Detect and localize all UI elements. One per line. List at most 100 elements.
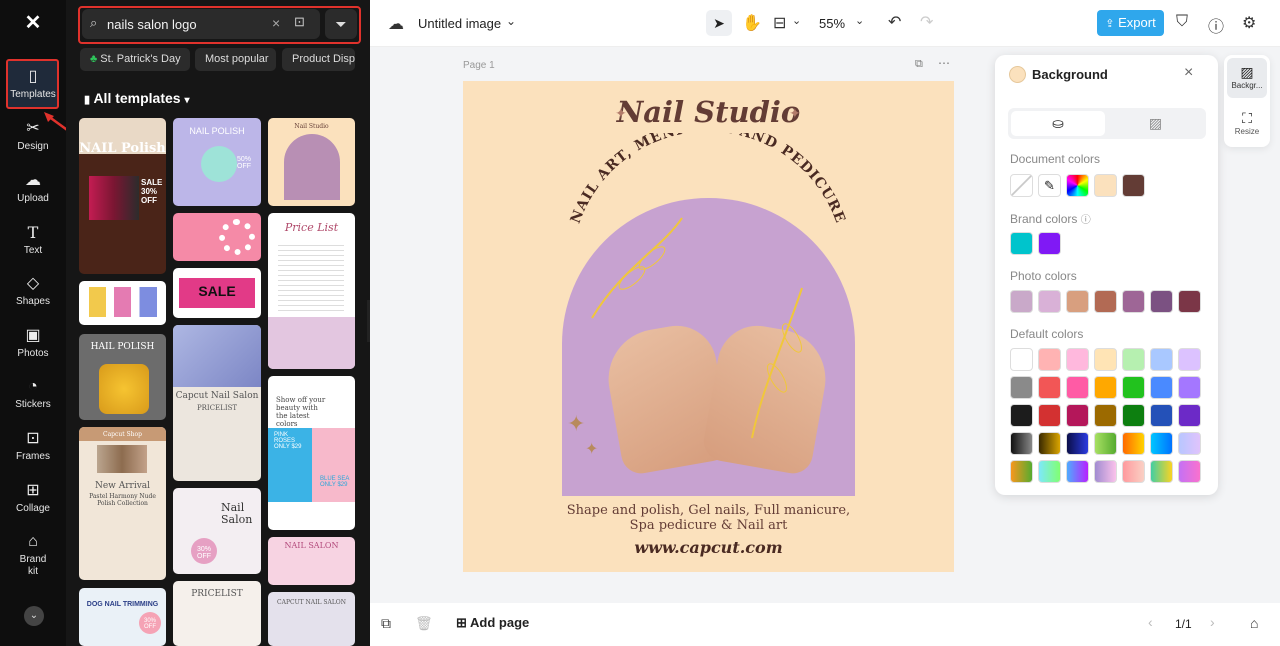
rail-item-text[interactable]: T Text [3,224,63,257]
search-box[interactable]: ⌕ nails salon logo × ⊡ [82,9,320,39]
default-color-swatch[interactable] [1122,404,1145,427]
collapse-rail-button[interactable]: ⌄ [24,606,44,626]
template-nail-salon-2[interactable]: NAIL SALON [268,537,355,585]
image-tab[interactable]: ▨ [1108,111,1203,136]
document-color-swatch[interactable] [1094,174,1117,197]
cloud-icon[interactable]: ☁ [388,14,404,34]
photo-color-swatch[interactable] [1150,290,1173,313]
template-capcut-nail-salon-2[interactable]: CAPCUT NAIL SALON [268,592,355,646]
default-color-swatch[interactable] [1094,348,1117,371]
default-color-swatch[interactable] [1038,348,1061,371]
document-color-swatch[interactable] [1122,174,1145,197]
template-capcut-nail-salon[interactable]: Capcut Nail Salon PRICELIST [173,325,261,481]
default-color-swatch[interactable] [1066,404,1089,427]
default-color-swatch[interactable] [1094,432,1117,455]
default-color-swatch[interactable] [1066,460,1089,483]
chip-most-popular[interactable]: Most popular [195,48,276,71]
photo-color-swatch[interactable] [1010,290,1033,313]
capcut-logo-icon[interactable]: ✕ [22,12,44,34]
close-icon[interactable]: × [1184,64,1193,82]
photo-color-swatch[interactable] [1178,290,1201,313]
rail-item-collage[interactable]: ⊞ Collage [3,482,63,515]
no-color-swatch[interactable] [1010,174,1033,197]
rail-item-design[interactable]: ✂ Design [3,120,63,153]
image-search-icon[interactable]: ⊡ [294,14,305,30]
default-color-swatch[interactable] [1094,460,1117,483]
document-color-swatch[interactable] [1066,174,1089,197]
default-color-swatch[interactable] [1150,432,1173,455]
help-icon[interactable]: ⓘ [1208,13,1224,37]
default-color-swatch[interactable] [1178,432,1201,455]
default-color-swatch[interactable] [1010,432,1033,455]
template-pricelist-2[interactable]: PRICELIST [173,581,261,646]
template-hail-polish[interactable]: HAIL POLISH [79,334,166,420]
rail-item-templates[interactable]: ▯ Templates [3,68,63,101]
default-color-swatch[interactable] [1150,348,1173,371]
default-color-swatch[interactable] [1038,376,1061,399]
brand-color-swatch[interactable] [1038,232,1061,255]
zoom-chevron-icon[interactable]: ⌄ [855,14,864,27]
default-color-swatch[interactable] [1122,376,1145,399]
default-color-swatch[interactable] [1066,376,1089,399]
select-tool-button[interactable]: ➤ [706,10,732,36]
default-color-swatch[interactable] [1038,460,1061,483]
eyedropper-icon[interactable]: ✎ [1038,174,1061,197]
add-page-button[interactable]: ⊞ Add page [456,615,529,631]
services-line-1[interactable]: Shape and polish, Gel nails, Full manicu… [463,503,954,518]
photo-arch[interactable] [562,198,855,496]
chip-st-patricks[interactable]: ♣ St. Patrick's Day [80,48,190,71]
layout-chevron-icon[interactable]: ⌄ [792,14,801,27]
photo-color-swatch[interactable] [1066,290,1089,313]
default-color-swatch[interactable] [1010,348,1033,371]
filter-button[interactable]: ⏷ [325,9,357,39]
hand-tool-icon[interactable]: ✋ [742,13,762,33]
default-color-swatch[interactable] [1038,404,1061,427]
default-color-swatch[interactable] [1122,460,1145,483]
fill-tab[interactable]: ⛀ [1011,111,1105,136]
template-nail-polish-2[interactable]: NAIL POLISH 50% OFF [173,118,261,206]
template-show-off[interactable]: Show off your beauty with the latest col… [268,376,355,530]
rail-item-shapes[interactable]: ◇ Shapes [3,275,63,308]
default-color-swatch[interactable] [1150,460,1173,483]
default-color-swatch[interactable] [1094,404,1117,427]
collapse-pages-icon[interactable]: ⌂ [1250,615,1258,631]
prev-page-icon[interactable]: ‹ [1148,614,1153,630]
tool-background[interactable]: ▨ Backgr... [1227,58,1267,98]
template-new-arrival[interactable]: Capcut Shop New Arrival Pastel Harmony N… [79,427,166,580]
template-dog-nail[interactable]: DOG NAIL TRIMMING 30% OFF [79,588,166,646]
default-color-swatch[interactable] [1122,432,1145,455]
layout-icon[interactable]: ⊟ [773,13,786,33]
export-button[interactable]: ⇪ Export [1097,10,1164,36]
design-title[interactable]: Nail Studio [463,95,954,129]
rail-item-brand-kit[interactable]: ⌂ Brand kit [3,533,63,578]
tool-resize[interactable]: ⛶ Resize [1227,105,1267,145]
template-sale[interactable]: SALE [173,268,261,318]
default-color-swatch[interactable] [1122,348,1145,371]
delete-page-icon[interactable]: 🗑 [415,615,433,632]
more-options-icon[interactable]: ⋯ [938,56,950,70]
rail-item-stickers[interactable]: ◔ Stickers [3,378,63,411]
duplicate-page-icon[interactable]: ⧉ [915,58,923,71]
template-price-list[interactable]: Price List [268,213,355,369]
default-color-swatch[interactable] [1094,376,1117,399]
doc-title[interactable]: Untitled image [418,16,501,31]
template-nail-studio[interactable]: Nail Studio [268,118,355,206]
rail-item-upload[interactable]: ☁ Upload [3,172,63,205]
rail-item-photos[interactable]: ▣ Photos [3,327,63,360]
template-nail-salon[interactable]: Nail Salon 30% OFF [173,488,261,574]
title-chevron-icon[interactable]: ⌄ [506,14,516,28]
rail-item-frames[interactable]: ⊡ Frames [3,430,63,463]
template-polish-row[interactable] [79,281,166,325]
default-color-swatch[interactable] [1038,432,1061,455]
search-input[interactable]: nails salon logo [107,17,197,32]
page-manager-icon[interactable]: ⧉ [381,615,391,632]
default-color-swatch[interactable] [1010,376,1033,399]
info-icon[interactable]: ⓘ [1081,215,1091,226]
zoom-level[interactable]: 55% [819,16,845,31]
default-color-swatch[interactable] [1150,376,1173,399]
default-color-swatch[interactable] [1178,404,1201,427]
services-line-2[interactable]: Spa pedicure & Nail art [463,518,954,533]
default-color-swatch[interactable] [1178,376,1201,399]
photo-color-swatch[interactable] [1038,290,1061,313]
clear-icon[interactable]: × [272,15,280,31]
